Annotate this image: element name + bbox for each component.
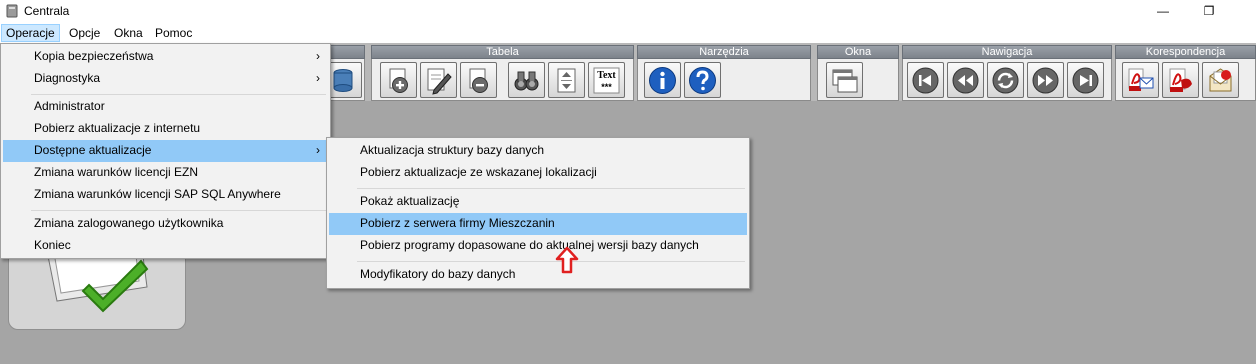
text-button[interactable]: Text ***	[588, 62, 625, 98]
search-button[interactable]	[508, 62, 545, 98]
info-button[interactable]	[644, 62, 681, 98]
refresh-button[interactable]	[987, 62, 1024, 98]
submenu-item-pobierz-lokalizacja[interactable]: Pobierz aktualizacje ze wskazanej lokali…	[329, 162, 747, 184]
menu-opcje[interactable]: Opcje	[64, 24, 105, 42]
pdf-button[interactable]	[1162, 62, 1199, 98]
window-title: Centrala	[24, 4, 70, 18]
chevron-right-icon: ›	[316, 143, 320, 157]
windows-button[interactable]	[826, 62, 863, 98]
red-arrow-icon	[555, 246, 579, 274]
toolbar-group-korespondencja: Korespondencja	[1115, 45, 1256, 101]
next-record-button[interactable]	[1027, 62, 1064, 98]
edit-record-button[interactable]	[420, 62, 457, 98]
envelope-button[interactable]	[1202, 62, 1239, 98]
pdf-icon	[1169, 68, 1192, 92]
previous-record-button[interactable]	[947, 62, 984, 98]
sort-icon	[557, 68, 576, 93]
operacje-menu: Kopia bezpieczeństwa › Diagnostyka › Adm…	[0, 43, 331, 259]
toolbar-group-nawigacja: Nawigacja	[902, 45, 1112, 101]
toolbar-group-narzedzia: Narzędzia	[637, 45, 811, 101]
edit-record-icon	[427, 68, 452, 95]
restore-icon[interactable]: ❐	[1186, 0, 1232, 22]
add-record-button[interactable]	[380, 62, 417, 98]
windows-icon	[832, 69, 858, 93]
menu-item-koniec[interactable]: Koniec	[3, 235, 328, 257]
menu-item-dostepne-aktualizacje[interactable]: Dostępne aktualizacje ›	[3, 140, 328, 162]
toolbar-group-label: Korespondencja	[1115, 45, 1256, 59]
first-record-button[interactable]	[907, 62, 944, 98]
chevron-right-icon: ›	[316, 49, 320, 63]
menu-item-licencja-ezn[interactable]: Zmiana warunków licencji EZN	[3, 162, 328, 184]
pdf-mail-button[interactable]	[1122, 62, 1159, 98]
menu-item-label: Dostępne aktualizacje	[34, 143, 152, 157]
submenu-item-pobierz-z-serwera[interactable]: Pobierz z serwera firmy Mieszczanin	[329, 213, 747, 235]
add-record-icon	[389, 68, 408, 93]
menu-item-kopia[interactable]: Kopia bezpieczeństwa ›	[3, 46, 328, 68]
pdf-mail-icon	[1128, 68, 1154, 91]
first-record-icon	[912, 67, 939, 94]
menu-item-licencja-sap[interactable]: Zmiana warunków licencji SAP SQL Anywher…	[3, 184, 328, 206]
menu-separator	[31, 94, 326, 95]
info-icon	[649, 67, 676, 94]
last-record-icon	[1072, 67, 1099, 94]
menu-separator	[357, 261, 745, 262]
menu-bar: Operacje Opcje Okna Pomoc	[0, 22, 1256, 43]
previous-record-icon	[952, 67, 979, 94]
menu-pomoc[interactable]: Pomoc	[150, 24, 197, 42]
refresh-icon	[992, 67, 1019, 94]
envelope-icon	[1209, 68, 1232, 92]
menu-item-administrator[interactable]: Administrator	[3, 96, 328, 118]
sort-button[interactable]	[548, 62, 585, 98]
toolbar-group-label: Tabela	[371, 45, 634, 59]
next-record-icon	[1032, 67, 1059, 94]
toolbar-group-label: Narzędzia	[637, 45, 811, 59]
database-icon	[333, 69, 353, 92]
title-bar: Centrala — ❐	[0, 0, 1256, 22]
help-icon	[689, 67, 716, 94]
toolbar-group-label: Okna	[817, 45, 899, 59]
text-icon-sublabel: ***	[601, 82, 612, 92]
menu-item-pobierz-aktualizacje[interactable]: Pobierz aktualizacje z internetu	[3, 118, 328, 140]
app-icon	[6, 4, 18, 18]
chevron-right-icon: ›	[316, 71, 320, 85]
toolbar-group-okna: Okna	[817, 45, 899, 101]
updates-submenu: Aktualizacja struktury bazy danych Pobie…	[326, 137, 750, 289]
menu-item-label: Diagnostyka	[34, 71, 101, 85]
menu-okna[interactable]: Okna	[109, 24, 148, 42]
toolbar-group-tabela: Tabela Text ***	[371, 45, 634, 101]
menu-operacje[interactable]: Operacje	[1, 24, 60, 42]
menu-separator	[357, 188, 745, 189]
text-icon: Text ***	[593, 67, 620, 94]
toolbar-group-label: Nawigacja	[902, 45, 1112, 59]
help-button[interactable]	[684, 62, 721, 98]
minimize-icon[interactable]: —	[1140, 0, 1186, 22]
text-icon-label: Text	[597, 70, 616, 81]
delete-record-icon	[469, 68, 488, 93]
last-record-button[interactable]	[1067, 62, 1104, 98]
submenu-item-modyfikatory[interactable]: Modyfikatory do bazy danych	[329, 264, 747, 286]
menu-item-diagnostyka[interactable]: Diagnostyka ›	[3, 68, 328, 90]
menu-separator	[31, 210, 326, 211]
menu-item-label: Kopia bezpieczeństwa	[34, 49, 154, 63]
submenu-item-pobierz-programy[interactable]: Pobierz programy dopasowane do aktualnej…	[329, 235, 747, 257]
delete-record-button[interactable]	[460, 62, 497, 98]
submenu-item-pokaz-aktualizacje[interactable]: Pokaż aktualizację	[329, 191, 747, 213]
submenu-item-aktualizacja-struktury[interactable]: Aktualizacja struktury bazy danych	[329, 140, 747, 162]
menu-item-zmiana-uzytkownika[interactable]: Zmiana zalogowanego użytkownika	[3, 213, 328, 235]
search-binoculars-icon	[514, 71, 539, 91]
